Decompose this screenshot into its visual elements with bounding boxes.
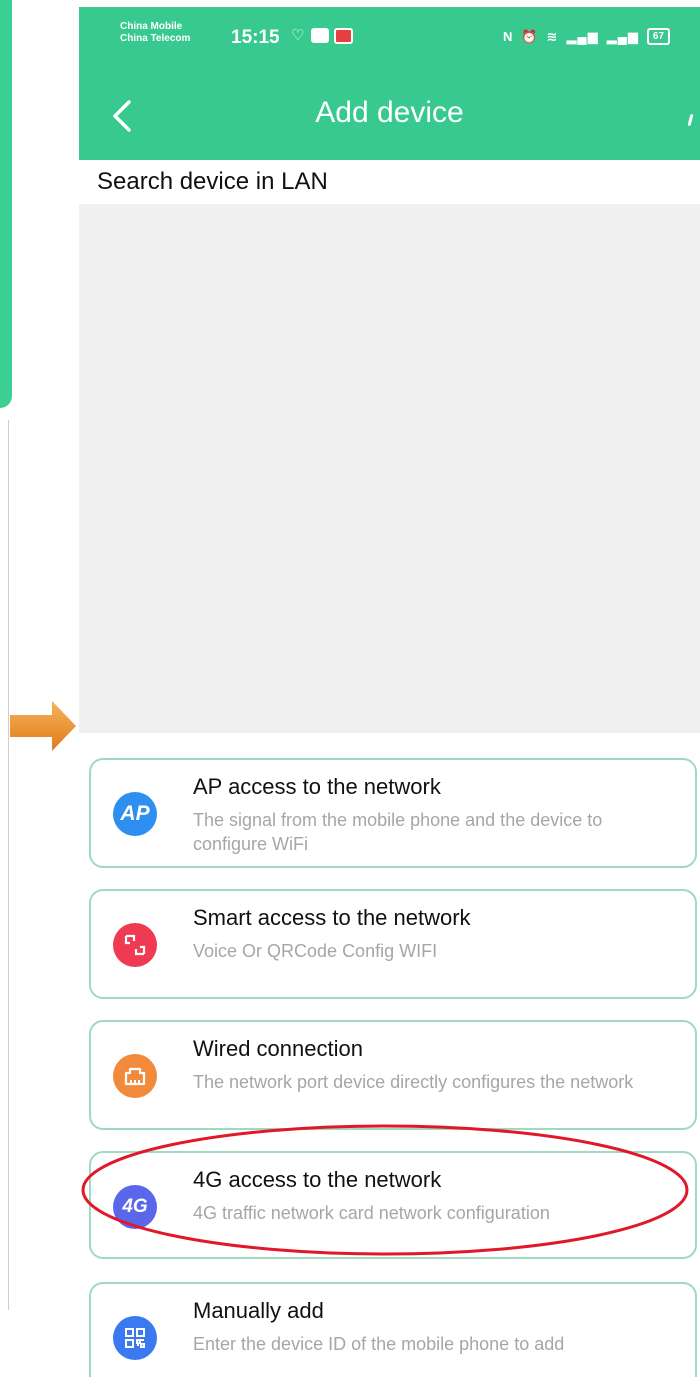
notification-icons: ♡ [291,28,353,44]
lan-search-label: Search device in LAN [97,168,328,195]
option-description: Voice Or QRCode Config WIFI [193,941,438,961]
system-icons: N ⏰ ≋ ▂▄▆ ▂▄▆ 67 [503,28,670,45]
ap-icon: AP [113,792,157,836]
qr-code-icon [113,1316,157,1360]
page-title: Add device [315,96,464,129]
status-time: 15:15 [231,27,280,48]
message-notification-icon [334,28,353,44]
carrier-2: China Telecom [120,33,191,44]
nfc-icon: N [502,29,514,44]
app-notification-icon [311,28,329,43]
header-bar: Add device [79,78,700,160]
option-title: Smart access to the network [193,905,471,930]
status-bar: China Mobile China Telecom 15:15 ♡ N ⏰ ≋… [79,7,700,78]
option-description: Enter the device ID of the mobile phone … [193,1334,565,1354]
carrier-info: China Mobile China Telecom [120,21,190,45]
option-title: Manually add [193,1298,324,1323]
option-wired-connection[interactable]: Wired connection The network port device… [89,1020,697,1130]
option-description: The network port device directly configu… [193,1072,634,1092]
option-smart-access[interactable]: Smart access to the network Voice Or QRC… [89,889,697,999]
health-icon: ♡ [291,27,305,44]
highlight-arrow-icon [10,701,76,751]
option-description: The signal from the mobile phone and the… [193,810,603,854]
option-title: Wired connection [193,1036,363,1061]
highlight-ellipse [81,1124,689,1256]
background-divider [8,420,9,1310]
option-title: AP access to the network [193,774,441,799]
lan-device-list[interactable] [79,204,700,733]
ethernet-port-icon [113,1054,157,1098]
signal-5g-icon: ▂▄▆ [606,28,639,44]
wifi-icon: ≋ [546,28,559,44]
signal-icon: ▂▄▆ [566,28,599,44]
option-manual-add[interactable]: Manually add Enter the device ID of the … [89,1282,697,1377]
ap-icon-glyph: AP [120,802,150,825]
smart-config-icon [113,923,157,967]
option-ap-access[interactable]: AP AP access to the network The signal f… [89,758,697,868]
carrier-1: China Mobile [120,21,183,32]
battery-icon: 67 [646,28,670,45]
background-green-bar [0,0,12,408]
alarm-icon: ⏰ [521,28,539,44]
background-screen-edge [0,0,12,1310]
